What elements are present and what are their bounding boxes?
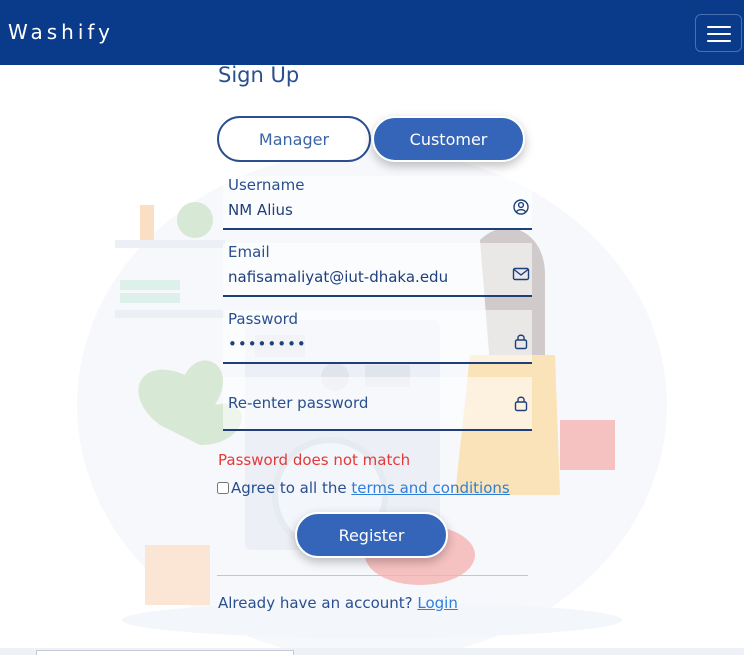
menu-bar: [707, 33, 731, 35]
terms-link[interactable]: terms and conditions: [351, 479, 509, 497]
lock-icon: [514, 396, 528, 412]
register-button[interactable]: Register: [295, 512, 448, 558]
login-prompt-text: Already have an account?: [218, 594, 418, 612]
email-input[interactable]: [228, 268, 498, 286]
username-label: Username: [228, 176, 305, 194]
reenter-password-input[interactable]: [228, 394, 498, 412]
terms-checkbox[interactable]: [217, 482, 229, 494]
menu-bar: [707, 26, 731, 28]
brand-logo[interactable]: Washify: [8, 20, 114, 44]
password-field: Password ••••••••: [223, 310, 532, 364]
password-mismatch-error: Password does not match: [218, 451, 411, 469]
bottom-panel-edge: [36, 650, 294, 655]
envelope-icon: [512, 267, 530, 281]
divider: [217, 575, 528, 576]
lock-icon: [514, 334, 528, 350]
menu-bar: [707, 40, 731, 42]
email-field: Email: [223, 243, 532, 297]
navbar: Washify: [0, 0, 744, 65]
page-title: Sign Up: [218, 63, 300, 87]
email-label: Email: [228, 243, 270, 261]
user-circle-icon: [513, 199, 529, 215]
terms-agreement: Agree to all the terms and conditions: [217, 479, 510, 497]
terms-prefix-text: Agree to all the: [231, 479, 352, 497]
hamburger-menu-button[interactable]: [695, 14, 742, 52]
role-manager-button[interactable]: Manager: [217, 116, 371, 162]
role-toggle: Manager Customer: [217, 116, 525, 162]
password-label: Password: [228, 310, 299, 328]
login-prompt: Already have an account? Login: [218, 594, 458, 612]
username-input[interactable]: [228, 201, 498, 219]
role-customer-button[interactable]: Customer: [372, 116, 525, 162]
login-link[interactable]: Login: [417, 594, 457, 612]
password-input[interactable]: ••••••••: [228, 335, 498, 353]
reenter-password-field: [223, 377, 532, 431]
username-field: Username: [223, 176, 532, 230]
